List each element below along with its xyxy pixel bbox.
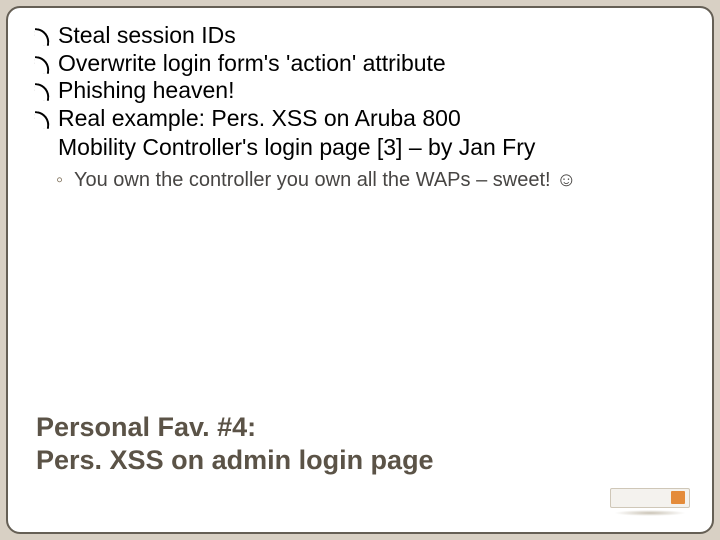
device-shadow: [614, 510, 686, 516]
title-line-1: Personal Fav. #4:: [36, 412, 256, 442]
slide-frame: Steal session IDs Overwrite login form's…: [6, 6, 714, 534]
bullet-2: Overwrite login form's 'action' attribut…: [34, 50, 686, 78]
title-line-2: Pers. XSS on admin login page: [36, 445, 434, 475]
device-body: [610, 488, 690, 508]
device-image: [610, 488, 690, 516]
bullet-list: Steal session IDs Overwrite login form's…: [34, 22, 686, 132]
bullet-4: Real example: Pers. XSS on Aruba 800: [34, 105, 686, 133]
bullet-4-continuation: Mobility Controller's login page [3] – b…: [34, 134, 686, 162]
bullet-3: Phishing heaven!: [34, 77, 686, 105]
sub-bullet: You own the controller you own all the W…: [34, 168, 686, 193]
slide-outer: Steal session IDs Overwrite login form's…: [0, 0, 720, 540]
slide-title: Personal Fav. #4: Pers. XSS on admin log…: [36, 411, 684, 476]
device-accent: [671, 491, 685, 504]
bullet-1: Steal session IDs: [34, 22, 686, 50]
